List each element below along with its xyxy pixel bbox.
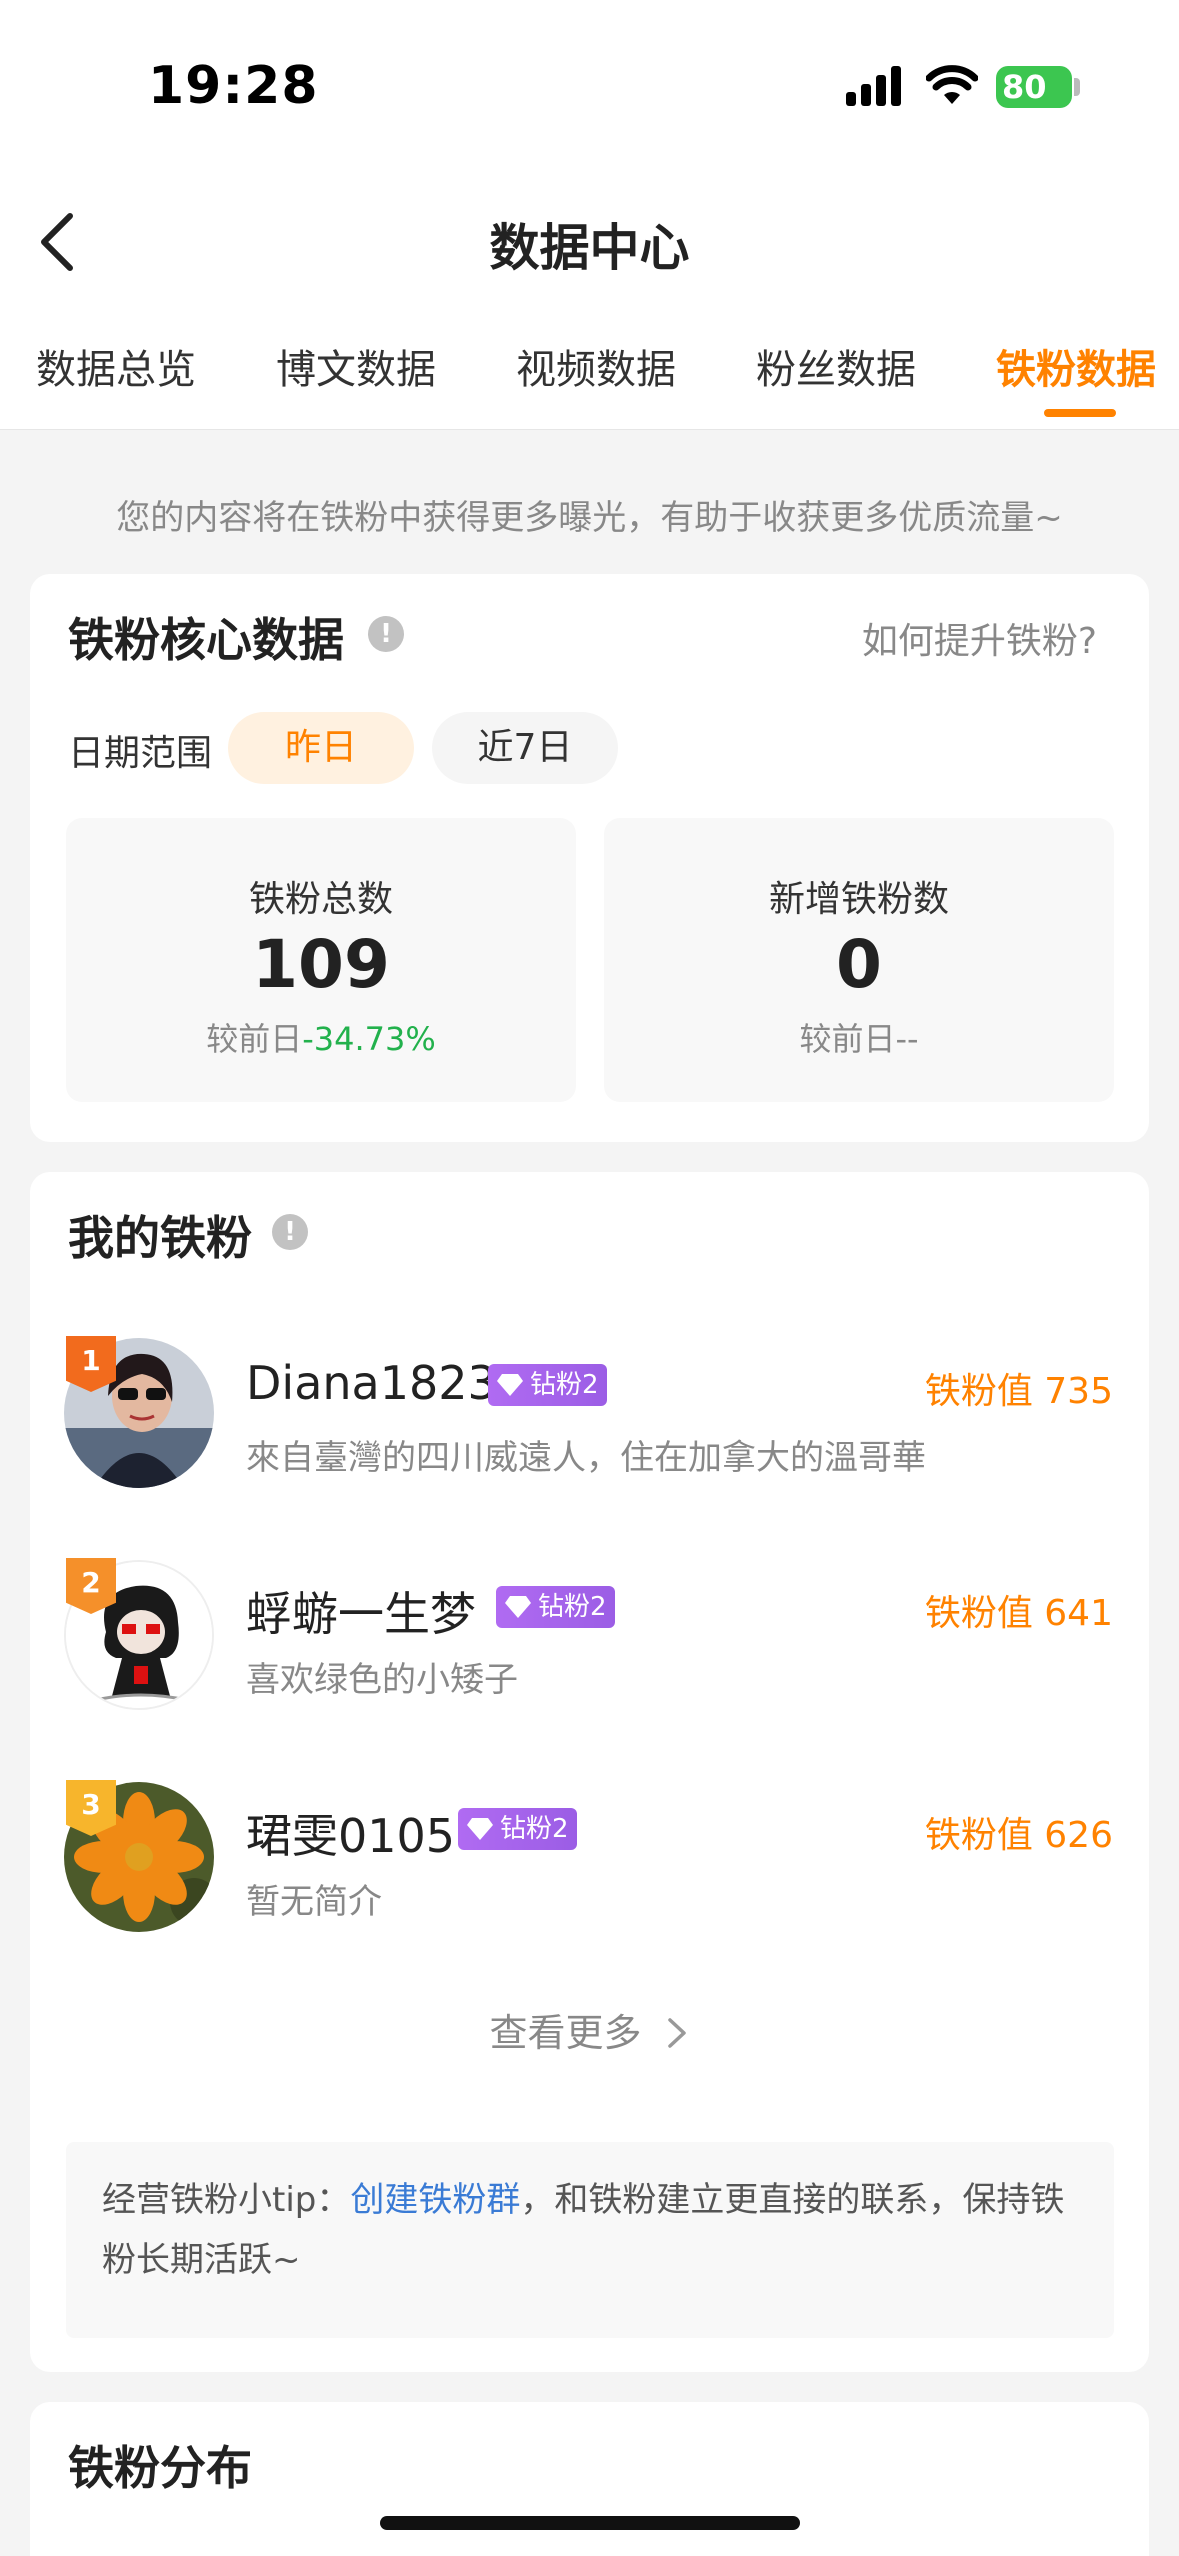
fan-value: 铁粉值 626 <box>924 1815 1113 1856</box>
rank-badge: 2 <box>66 1558 116 1614</box>
stat-label: 铁粉总数 <box>248 879 393 920</box>
stat-new-fans: 新增铁粉数 0 较前日-- <box>604 818 1114 1102</box>
fan-value: 铁粉值 735 <box>924 1371 1113 1412</box>
chevron-right-icon <box>667 2018 686 2048</box>
see-more-label: 查看更多 <box>489 2011 642 2055</box>
see-more-button[interactable]: 查看更多 <box>30 2002 1149 2057</box>
tab-iron-fans[interactable]: 铁粉数据 <box>996 337 1156 395</box>
fan-bio: 來自臺灣的四川威遠人，住在加拿大的溫哥華 <box>246 1438 926 1478</box>
compare-value: -34.73% <box>302 1020 436 1058</box>
how-to-improve-link[interactable]: 如何提升铁粉? <box>862 612 1097 664</box>
tab-overview[interactable]: 数据总览 <box>36 337 196 395</box>
level-badge: 钻粉2 <box>496 1586 615 1628</box>
stat-label: 新增铁粉数 <box>768 879 949 920</box>
rank-badge: 3 <box>66 1780 116 1836</box>
level-badge: 钻粉2 <box>488 1364 607 1406</box>
stat-value: 0 <box>836 926 882 1003</box>
level-label: 钻粉2 <box>500 1814 569 1844</box>
my-fans-title: 我的铁粉 <box>68 1211 252 1265</box>
tab-videos[interactable]: 视频数据 <box>516 337 676 395</box>
chip-yesterday[interactable]: 昨日 <box>228 712 414 784</box>
distribution-title: 铁粉分布 <box>68 2441 252 2495</box>
fan-value: 铁粉值 641 <box>924 1593 1113 1634</box>
fan-row[interactable]: 2 蜉蝣一生梦 钻粉2 铁粉值 641 喜欢绿色的小矮子 <box>30 1558 1149 1720</box>
my-fans-card: 我的铁粉 ! 1 Diana1823 钻粉2 铁粉值 735 來自臺灣的四川威遠… <box>30 1172 1149 2372</box>
chip-7-days[interactable]: 近7日 <box>432 712 618 784</box>
stat-compare: 较前日-34.73% <box>66 1014 576 1060</box>
active-tab-indicator <box>1044 409 1116 417</box>
level-label: 钻粉2 <box>530 1370 599 1400</box>
fan-name[interactable]: 珺雯0105 <box>246 1800 455 1866</box>
fan-bio: 喜欢绿色的小矮子 <box>246 1660 518 1700</box>
fan-name[interactable]: 蜉蝣一生梦 <box>246 1578 476 1644</box>
stat-value: 109 <box>252 926 390 1003</box>
distribution-card: 铁粉分布 <box>30 2402 1149 2556</box>
info-icon[interactable]: ! <box>368 616 404 652</box>
home-indicator[interactable] <box>380 2516 800 2530</box>
tip-box: 经营铁粉小tip：创建铁粉群，和铁粉建立更直接的联系，保持铁粉长期活跃~ <box>66 2142 1114 2338</box>
notice-text: 您的内容将在铁粉中获得更多曝光，有助于收获更多优质流量~ <box>116 498 1063 538</box>
tab-bar: 数据总览 博文数据 视频数据 粉丝数据 铁粉数据 <box>0 315 1179 430</box>
core-data-title: 铁粉核心数据 <box>68 613 344 667</box>
page-title: 数据中心 <box>489 219 690 277</box>
tab-fans[interactable]: 粉丝数据 <box>756 337 916 395</box>
fan-row[interactable]: 3 珺雯0105 钻粉2 铁粉值 626 暂无简介 <box>30 1780 1149 1942</box>
battery-icon: 80 <box>996 66 1072 108</box>
battery-cap <box>1074 78 1080 96</box>
fan-name[interactable]: Diana1823 <box>246 1356 497 1410</box>
core-data-card: 铁粉核心数据 ! 如何提升铁粉? 日期范围 昨日 近7日 铁粉总数 109 较前… <box>30 574 1149 1142</box>
battery-level: 80 <box>1002 68 1047 106</box>
diamond-icon <box>497 1374 523 1396</box>
status-time: 19:28 <box>148 56 319 116</box>
date-range-label: 日期范围 <box>68 733 213 774</box>
compare-prefix: 较前日 <box>206 1020 303 1058</box>
create-group-link[interactable]: 创建铁粉群 <box>350 2180 520 2220</box>
info-icon[interactable]: ! <box>272 1214 308 1250</box>
fan-bio: 暂无简介 <box>246 1882 382 1922</box>
level-badge: 钻粉2 <box>458 1808 577 1850</box>
level-label: 钻粉2 <box>538 1592 607 1622</box>
cellular-signal-icon <box>846 66 901 106</box>
compare-value: -- <box>895 1020 919 1058</box>
diamond-icon <box>505 1596 531 1618</box>
wifi-icon <box>926 65 978 104</box>
tip-prefix: 经营铁粉小tip： <box>102 2180 351 2220</box>
stat-compare: 较前日-- <box>604 1014 1114 1060</box>
rank-badge: 1 <box>66 1336 116 1392</box>
compare-prefix: 较前日 <box>799 1020 896 1058</box>
stat-total-fans: 铁粉总数 109 较前日-34.73% <box>66 818 576 1102</box>
diamond-icon <box>467 1818 493 1840</box>
tab-posts[interactable]: 博文数据 <box>276 337 436 395</box>
fan-row[interactable]: 1 Diana1823 钻粉2 铁粉值 735 來自臺灣的四川威遠人，住在加拿大… <box>30 1336 1149 1498</box>
